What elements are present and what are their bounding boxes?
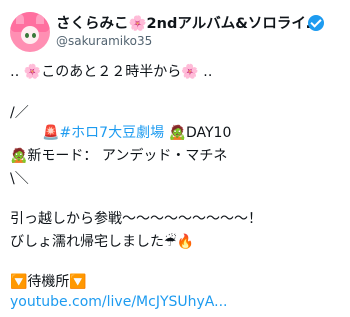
tweet-line-2: /／ xyxy=(10,105,29,121)
avatar-eye-right xyxy=(32,33,36,38)
tweet-line-8: 🔽待機所🔽 xyxy=(10,274,87,290)
tweet-line-3: 🚨#ホロ7大豆劇場 🧟DAY10 xyxy=(42,123,231,143)
siren-emoji: 🚨 xyxy=(42,125,60,141)
tweet-line-5: \＼ xyxy=(10,171,29,187)
avatar-face xyxy=(21,26,39,44)
tweet-line-6: 引っ越しから参戦〜〜〜〜〜〜〜〜〜！ xyxy=(10,211,262,227)
author-display-name[interactable]: さくらみこ🌸2ndアルバム&ソロライ… xyxy=(56,16,320,32)
youtube-link[interactable]: youtube.com/live/McJYSUhyA... xyxy=(10,292,227,312)
verified-badge-icon xyxy=(308,15,324,31)
tweet-line-4: 🧟新モード： アンデッド・マチネ xyxy=(10,148,228,164)
avatar-ear-left xyxy=(16,14,24,24)
tweet-line-3-suffix: 🧟DAY10 xyxy=(168,125,232,141)
author-handle[interactable]: @sakuramiko35 xyxy=(56,33,152,49)
tweet-line-7: びしょ濡れ帰宅しました☔🔥 xyxy=(10,234,194,250)
hashtag-link[interactable]: #ホロ7大豆劇場 xyxy=(59,125,164,141)
avatar[interactable] xyxy=(10,12,50,52)
avatar-ear-right xyxy=(36,14,44,24)
author-name-row[interactable]: さくらみこ🌸2ndアルバム&ソロライ… xyxy=(56,13,326,33)
tweet-line-1: ‥ 🌸このあと２２時半から🌸 ‥ xyxy=(10,64,213,80)
avatar-eye-left xyxy=(25,33,29,38)
